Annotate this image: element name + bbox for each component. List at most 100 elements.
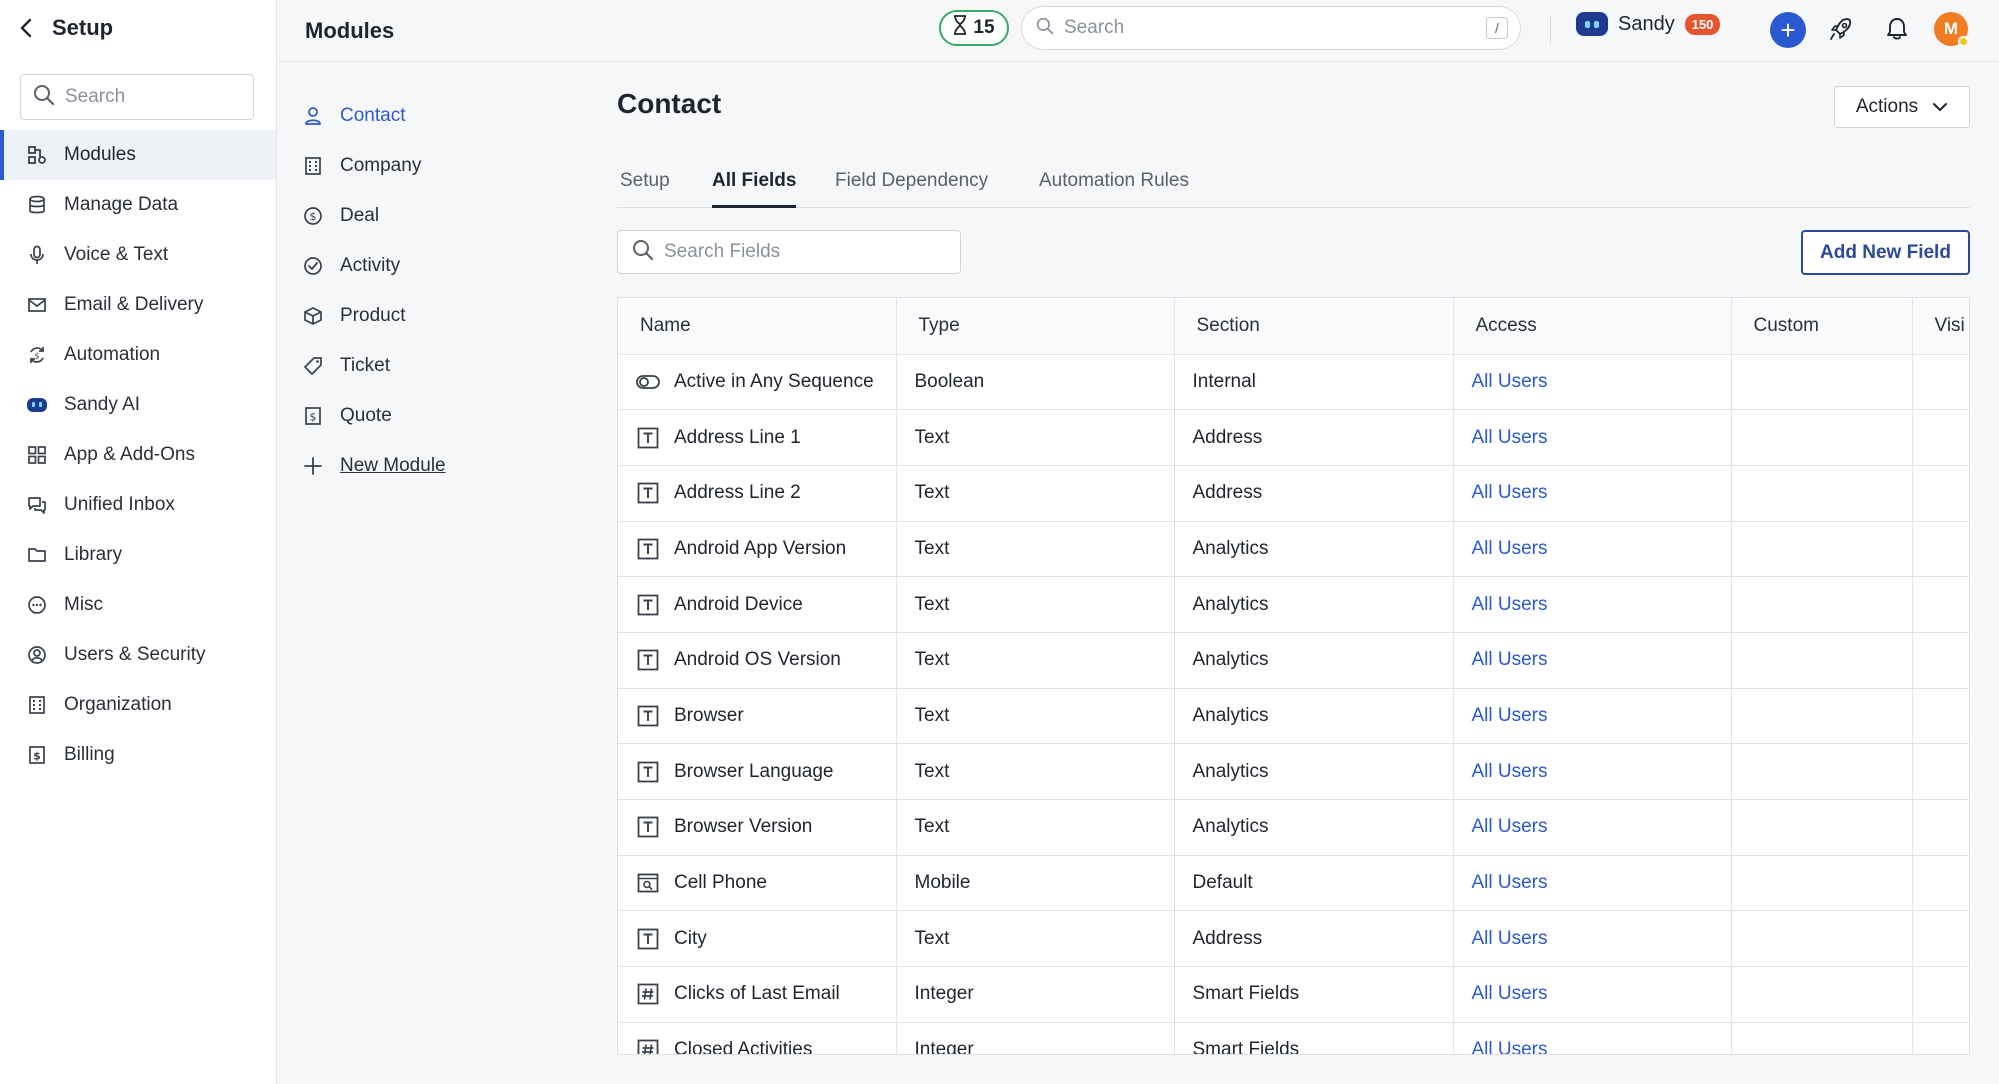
access-link[interactable]: All Users (1472, 1039, 1548, 1054)
search-icon (632, 239, 654, 266)
create-plus-button[interactable]: + (1770, 12, 1806, 48)
setup-search[interactable] (20, 74, 254, 120)
new-module-link[interactable]: New Module (302, 448, 446, 484)
access-link[interactable]: All Users (1472, 761, 1548, 782)
cell-visibility (1912, 632, 1969, 689)
database-icon (26, 194, 48, 216)
access-link[interactable]: All Users (1472, 371, 1548, 392)
trial-timer-badge[interactable]: 15 (939, 10, 1009, 46)
tab-field-dependency[interactable]: Field Dependency (835, 170, 988, 208)
module-item-contact[interactable]: Contact (302, 98, 405, 134)
sidebar-item-billing[interactable]: $ Billing (0, 730, 276, 780)
sidebar-item-unified-inbox[interactable]: Unified Inbox (0, 480, 276, 530)
access-link[interactable]: All Users (1472, 482, 1548, 503)
table-row[interactable]: Android Device Text Analytics All Users (618, 576, 1969, 633)
sidebar-item-sandy-ai[interactable]: Sandy AI (0, 380, 276, 430)
column-header-type[interactable]: Type (896, 298, 1175, 355)
access-link[interactable]: All Users (1472, 816, 1548, 837)
column-header-visibility[interactable]: Visi (1912, 298, 1969, 355)
column-header-custom[interactable]: Custom (1731, 298, 1913, 355)
table-row[interactable]: Clicks of Last Email Integer Smart Fields A… (618, 966, 1969, 1023)
sidebar-item-modules[interactable]: Modules (0, 130, 276, 180)
cell-section: Default (1174, 855, 1454, 912)
global-search-input[interactable] (1064, 17, 1464, 39)
cell-access: All Users (1453, 409, 1732, 466)
field-name: Address Line 2 (674, 482, 801, 504)
module-item-activity[interactable]: Activity (302, 248, 400, 284)
table-row[interactable]: Browser Text Analytics All Users (618, 688, 1969, 745)
back-arrow-icon[interactable] (14, 16, 38, 40)
access-link[interactable]: All Users (1472, 705, 1548, 726)
access-link[interactable]: All Users (1472, 649, 1548, 670)
global-search[interactable]: / (1021, 6, 1521, 50)
rocket-icon[interactable] (1826, 14, 1856, 44)
user-avatar[interactable]: M (1934, 12, 1969, 47)
sidebar-item-library[interactable]: Library (0, 530, 276, 580)
sidebar-item-voice-text[interactable]: Voice & Text (0, 230, 276, 280)
table-row[interactable]: Browser Language Text Analytics All Users (618, 743, 1969, 800)
table-row[interactable]: City Text Address All Users (618, 910, 1969, 968)
chat-icon (26, 494, 48, 516)
sidebar-item-users-security[interactable]: Users & Security (0, 630, 276, 680)
sidebar-item-automation[interactable]: $ Automation (0, 330, 276, 380)
sidebar-item-manage-data[interactable]: Manage Data (0, 180, 276, 230)
sidebar-item-misc[interactable]: Misc (0, 580, 276, 630)
module-item-company[interactable]: Company (302, 148, 421, 184)
cell-visibility (1912, 688, 1969, 745)
sidebar-item-app-add-ons[interactable]: App & Add-Ons (0, 430, 276, 480)
field-search[interactable] (617, 230, 961, 274)
bell-icon[interactable] (1882, 14, 1912, 44)
field-name: Closed Activities (674, 1039, 813, 1055)
sidebar-item-label: App & Add-Ons (64, 444, 195, 465)
billing-icon: $ (26, 744, 48, 766)
column-header-name[interactable]: Name (618, 298, 897, 355)
sidebar-item-organization[interactable]: Organization (0, 680, 276, 730)
tab-automation-rules[interactable]: Automation Rules (1039, 170, 1189, 208)
table-row[interactable]: Address Line 2 Text Address All Users (618, 465, 1969, 522)
table-row[interactable]: Browser Version Text Analytics All Users (618, 799, 1969, 856)
tab-setup[interactable]: Setup (620, 170, 670, 208)
access-link[interactable]: All Users (1472, 427, 1548, 448)
sidebar-item-email-delivery[interactable]: Email & Delivery (0, 280, 276, 330)
cell-visibility (1912, 409, 1969, 466)
setup-search-input[interactable] (65, 86, 235, 108)
cell-custom (1731, 409, 1913, 466)
actions-dropdown[interactable]: Actions (1834, 86, 1970, 128)
module-item-deal[interactable]: $ Deal (302, 198, 379, 234)
cell-visibility (1912, 465, 1969, 522)
column-header-section[interactable]: Section (1174, 298, 1454, 355)
field-search-input[interactable] (664, 241, 944, 263)
cell-section: Analytics (1174, 576, 1454, 633)
toggle-icon (636, 370, 660, 394)
grid-icon (26, 444, 48, 466)
table-row[interactable]: Address Line 1 Text Address All Users (618, 409, 1969, 466)
cell-name: City (618, 910, 897, 968)
module-item-quote[interactable]: $ Quote (302, 398, 392, 434)
cell-type: Text (896, 465, 1175, 522)
access-link[interactable]: All Users (1472, 983, 1548, 1004)
add-new-field-button[interactable]: Add New Field (1801, 230, 1970, 275)
table-row[interactable]: Android OS Version Text Analytics All Users (618, 632, 1969, 689)
fields-table-container[interactable]: Name Type Section Access Custom Visi Act… (617, 297, 1970, 1055)
table-row[interactable]: Android App Version Text Analytics All User… (618, 521, 1969, 578)
module-item-ticket[interactable]: Ticket (302, 348, 390, 384)
access-link[interactable]: All Users (1472, 594, 1548, 615)
cell-name: Closed Activities (618, 1022, 897, 1055)
table-row[interactable]: Active in Any Sequence Boolean Internal All… (618, 354, 1969, 411)
cell-name: Browser Version (618, 799, 897, 856)
search-icon (1036, 17, 1054, 40)
access-link[interactable]: All Users (1472, 928, 1548, 949)
dollar-circle-icon: $ (302, 205, 324, 227)
tab-all-fields[interactable]: All Fields (712, 170, 797, 208)
module-item-product[interactable]: Product (302, 298, 405, 334)
table-row[interactable]: Cell Phone Mobile Default All Users (618, 855, 1969, 912)
column-header-access[interactable]: Access (1453, 298, 1732, 355)
sandy-ai-button[interactable]: Sandy 150 (1576, 12, 1721, 36)
access-link[interactable]: All Users (1472, 872, 1548, 893)
access-link[interactable]: All Users (1472, 538, 1548, 559)
cell-access: All Users (1453, 465, 1732, 522)
app-window: Setup Modules Manage Data Voice & Text Emai… (0, 0, 1999, 1084)
cell-section: Smart Fields (1174, 1022, 1454, 1054)
cell-visibility (1912, 966, 1969, 1023)
table-row[interactable]: Closed Activities Integer Smart Fields All … (618, 1022, 1969, 1055)
